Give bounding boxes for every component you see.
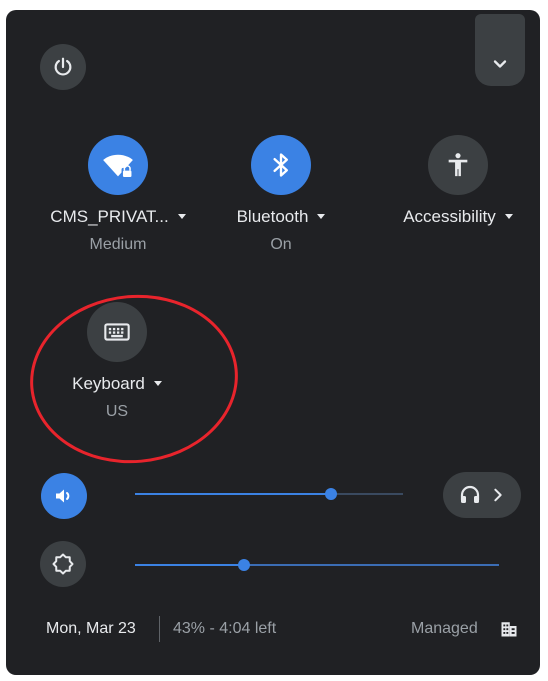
bluetooth-status: On [270, 236, 292, 253]
bluetooth-label[interactable]: Bluetooth [196, 207, 366, 227]
brightness-slider-fill [135, 564, 245, 566]
network-label[interactable]: CMS_PRIVAT... [33, 207, 203, 227]
bluetooth-name: Bluetooth [236, 207, 309, 226]
accessibility-toggle[interactable] [428, 135, 488, 195]
brightness-slider-thumb[interactable] [238, 559, 251, 571]
bluetooth-icon [273, 153, 288, 177]
network-pod[interactable]: CMS_PRIVAT... Medium [33, 135, 203, 254]
caret-down-icon [153, 381, 162, 386]
accessibility-name: Accessibility [403, 207, 496, 226]
accessibility-icon [448, 153, 468, 177]
power-icon [54, 57, 72, 76]
keyboard-icon [104, 323, 130, 341]
keyboard-name: Keyboard [72, 374, 145, 393]
managed-label[interactable]: Managed [411, 620, 478, 638]
audio-output-button[interactable] [443, 472, 521, 518]
volume-icon [56, 489, 70, 503]
bluetooth-toggle[interactable] [251, 135, 311, 195]
keyboard-toggle[interactable] [87, 302, 147, 362]
network-toggle[interactable] [88, 135, 148, 195]
battery-status[interactable]: 43% - 4:04 left [173, 620, 276, 638]
date-button[interactable]: Mon, Mar 23 [46, 620, 136, 638]
chevron-right-icon [494, 488, 502, 502]
keyboard-label[interactable]: Keyboard [32, 374, 202, 394]
status-footer: Mon, Mar 23 43% - 4:04 left Managed [6, 614, 540, 644]
building-icon [501, 622, 517, 637]
brightness-button[interactable] [40, 541, 86, 587]
volume-mute-button[interactable] [41, 473, 87, 519]
brightness-icon [52, 553, 74, 575]
headphones-icon [460, 485, 480, 503]
brightness-slider[interactable] [135, 559, 499, 571]
accessibility-pod[interactable]: Accessibility [373, 135, 540, 227]
keyboard-pod[interactable]: Keyboard US [32, 302, 202, 421]
collapse-button[interactable] [475, 14, 525, 86]
volume-slider-fill [135, 493, 331, 495]
footer-divider [159, 616, 160, 642]
volume-slider[interactable] [135, 488, 403, 500]
caret-down-icon [177, 214, 186, 219]
volume-slider-thumb[interactable] [324, 488, 337, 500]
quick-settings-panel: CMS_PRIVAT... Medium Bluetooth On Access… [6, 10, 540, 675]
accessibility-label[interactable]: Accessibility [373, 207, 540, 227]
caret-down-icon [504, 214, 513, 219]
bluetooth-pod[interactable]: Bluetooth On [196, 135, 366, 254]
caret-down-icon [317, 214, 326, 219]
keyboard-layout: US [105, 403, 129, 420]
network-strength: Medium [89, 236, 147, 253]
power-button[interactable] [40, 44, 86, 90]
chevron-down-icon [493, 60, 507, 68]
wifi-locked-icon [103, 154, 133, 178]
network-name: CMS_PRIVAT... [50, 207, 169, 226]
